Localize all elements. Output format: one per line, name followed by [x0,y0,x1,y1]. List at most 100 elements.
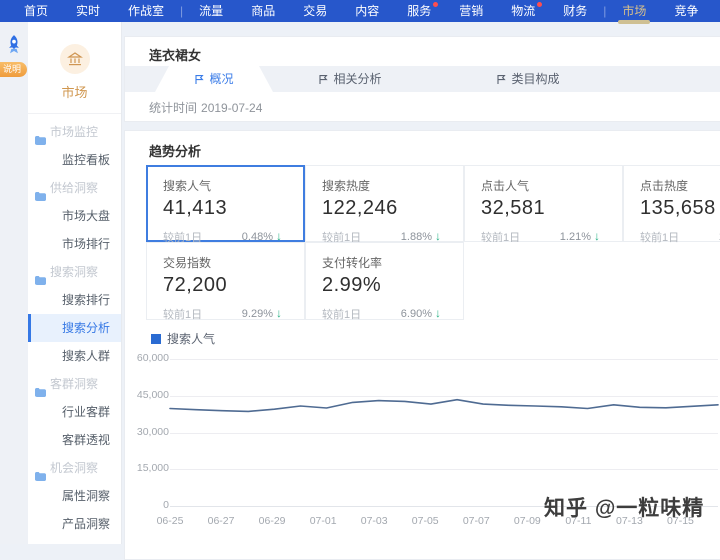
metric-label: 支付转化率 [322,254,463,271]
nav-item-label: 作战室 [128,4,164,18]
sidebar-item-label: 监控看板 [62,153,110,167]
nav-item-trade[interactable]: 交易 [289,0,341,22]
sidebar-group-supply-insight[interactable]: 供给洞察 [28,174,121,202]
nav-item-label: 实时 [76,4,100,18]
metric-label: 搜索热度 [322,177,463,194]
sidebar-item-attribute-insight[interactable]: 属性洞察 [28,482,121,510]
chart-legend[interactable]: 搜索人气 [151,330,215,347]
legend-label: 搜索人气 [167,330,215,347]
x-axis-tick-label: 07-07 [454,515,498,527]
sidebar-group-search-insight[interactable]: 搜索洞察 [28,258,121,286]
metric-card-transaction-index[interactable]: 交易指数72,200较前1日9.29%↓ [146,242,305,320]
nav-item-logistics[interactable]: 物流 [497,0,549,22]
metric-compare: 较前1日1.06%↓ [640,229,720,245]
metric-card-search-heat[interactable]: 搜索热度122,246较前1日1.88%↓ [305,165,464,242]
x-axis-tick-label: 07-09 [505,515,549,527]
nav-item-marketing[interactable]: 营销 [445,0,497,22]
keyword-title: 连衣裙女 [149,45,201,64]
metric-value: 41,413 [163,197,304,220]
nav-item-compete[interactable]: 竞争 [660,0,712,22]
compare-change: 6.90%↓ [401,306,441,322]
tab-overview[interactable]: 概况 [155,66,273,92]
x-axis-tick-label: 06-29 [250,515,294,527]
nav-item-service[interactable]: 服务 [393,0,445,22]
sidebar-item-product-insight[interactable]: 产品洞察 [28,510,121,538]
y-axis-tick-label: 15,000 [125,462,169,474]
sidebar-group-audience-insight[interactable]: 客群洞察 [28,370,121,398]
sidebar-item-search-audience[interactable]: 搜索人群 [28,342,121,370]
down-arrow-icon: ↓ [435,229,441,243]
nav-separator: | [601,4,608,18]
help-tag[interactable]: 说明 [0,62,27,77]
sidebar: 市场 市场监控监控看板供给洞察市场大盘市场排行搜索洞察搜索排行搜索分析搜索人群客… [28,22,122,544]
tab-category-composition[interactable]: 类目构成 [469,66,587,92]
nav-item-label: 营销 [459,4,483,18]
sidebar-item-label: 产品洞察 [62,517,110,531]
legend-swatch-icon [151,334,161,344]
x-axis-tick-label: 06-27 [199,515,243,527]
metric-card-payment-conversion[interactable]: 支付转化率 2.99% 较前1日6.90%↓ [305,242,464,320]
x-axis-tick-label: 07-03 [352,515,396,527]
market-module-icon [60,44,90,74]
down-arrow-icon: ↓ [435,306,441,320]
metric-value: 32,581 [481,197,622,220]
sidebar-item-label: 搜索洞察 [50,265,98,279]
sidebar-group-market-monitor[interactable]: 市场监控 [28,118,121,146]
sidebar-group-opportunity-insight[interactable]: 机会洞察 [28,454,121,482]
nav-item-home[interactable]: 首页 [10,0,62,22]
x-axis-tick-label: 06-25 [148,515,192,527]
nav-item-market[interactable]: 市场 [608,0,660,22]
stat-time-label: 统计时间 [149,101,197,115]
stat-date: 2019-07-24 [201,101,262,115]
sidebar-item-label: 属性洞察 [62,489,110,503]
nav-item-label: 物流 [511,4,535,18]
sidebar-item-market-ranking[interactable]: 市场排行 [28,230,121,258]
nav-item-finance[interactable]: 财务 [549,0,601,22]
nav-item-label: 首页 [24,4,48,18]
sidebar-item-label: 市场排行 [62,237,110,251]
metric-compare: 较前1日9.29%↓ [163,306,304,322]
metric-card-search-popularity[interactable]: 搜索人气41,413较前1日0.48%↓ [146,165,305,242]
metric-grid: 搜索人气41,413较前1日0.48%↓搜索热度122,246较前1日1.88%… [146,165,720,320]
sidebar-item-search-ranking[interactable]: 搜索排行 [28,286,121,314]
section-title: 趋势分析 [149,141,201,160]
nav-item-product[interactable]: 商品 [237,0,289,22]
sidebar-item-label: 市场大盘 [62,209,110,223]
y-axis-tick-label: 45,000 [125,389,169,401]
rocket-icon[interactable] [3,34,25,63]
sidebar-item-monitor-board[interactable]: 监控看板 [28,146,121,174]
metric-card-click-popularity[interactable]: 点击人气32,581较前1日1.21%↓ [464,165,623,242]
main-header: 连衣裙女 概况 相关分析 类目构成 统计时间 2019-07-24 [124,36,720,122]
metric-value: 2.99% [322,274,463,297]
metric-label: 搜索人气 [163,177,304,194]
sidebar-item-label: 供给洞察 [50,181,98,195]
y-axis-tick-label: 0 [125,499,169,511]
metric-compare: 较前1日6.90%↓ [322,306,463,322]
nav-item-label: 流量 [199,4,223,18]
compare-label: 较前1日 [640,229,679,245]
x-axis-tick-label: 07-01 [301,515,345,527]
sidebar-item-audience-perspective[interactable]: 客群透视 [28,426,121,454]
down-arrow-icon: ↓ [276,229,282,243]
sidebar-item-industry-audience[interactable]: 行业客群 [28,398,121,426]
nav-item-label: 交易 [303,4,327,18]
nav-item-traffic[interactable]: 流量 [185,0,237,22]
nav-item-realtime[interactable]: 实时 [62,0,114,22]
flag-icon [194,74,204,85]
metric-label: 交易指数 [163,254,304,271]
sidebar-item-market-overview[interactable]: 市场大盘 [28,202,121,230]
nav-item-content[interactable]: 内容 [341,0,393,22]
sidebar-item-label: 市场监控 [50,125,98,139]
flag-icon [496,74,506,85]
nav-separator: | [178,4,185,18]
nav-item-war-room[interactable]: 作战室 [114,0,178,22]
metric-card-empty [464,242,623,320]
metric-card-click-heat[interactable]: 点击热度135,658较前1日1.06%↓ [623,165,720,242]
top-navigation: 首页实时作战室|流量商品交易内容服务营销物流财务|市场竞争 [0,0,720,22]
tab-related-analysis[interactable]: 相关分析 [291,66,409,92]
watermark: 知乎 @一粒味精 [544,492,704,522]
metric-value: 135,658 [640,197,720,220]
sidebar-item-label: 客群洞察 [50,377,98,391]
sidebar-item-search-analysis[interactable]: 搜索分析 [28,314,121,342]
chart-gridline [170,469,718,470]
